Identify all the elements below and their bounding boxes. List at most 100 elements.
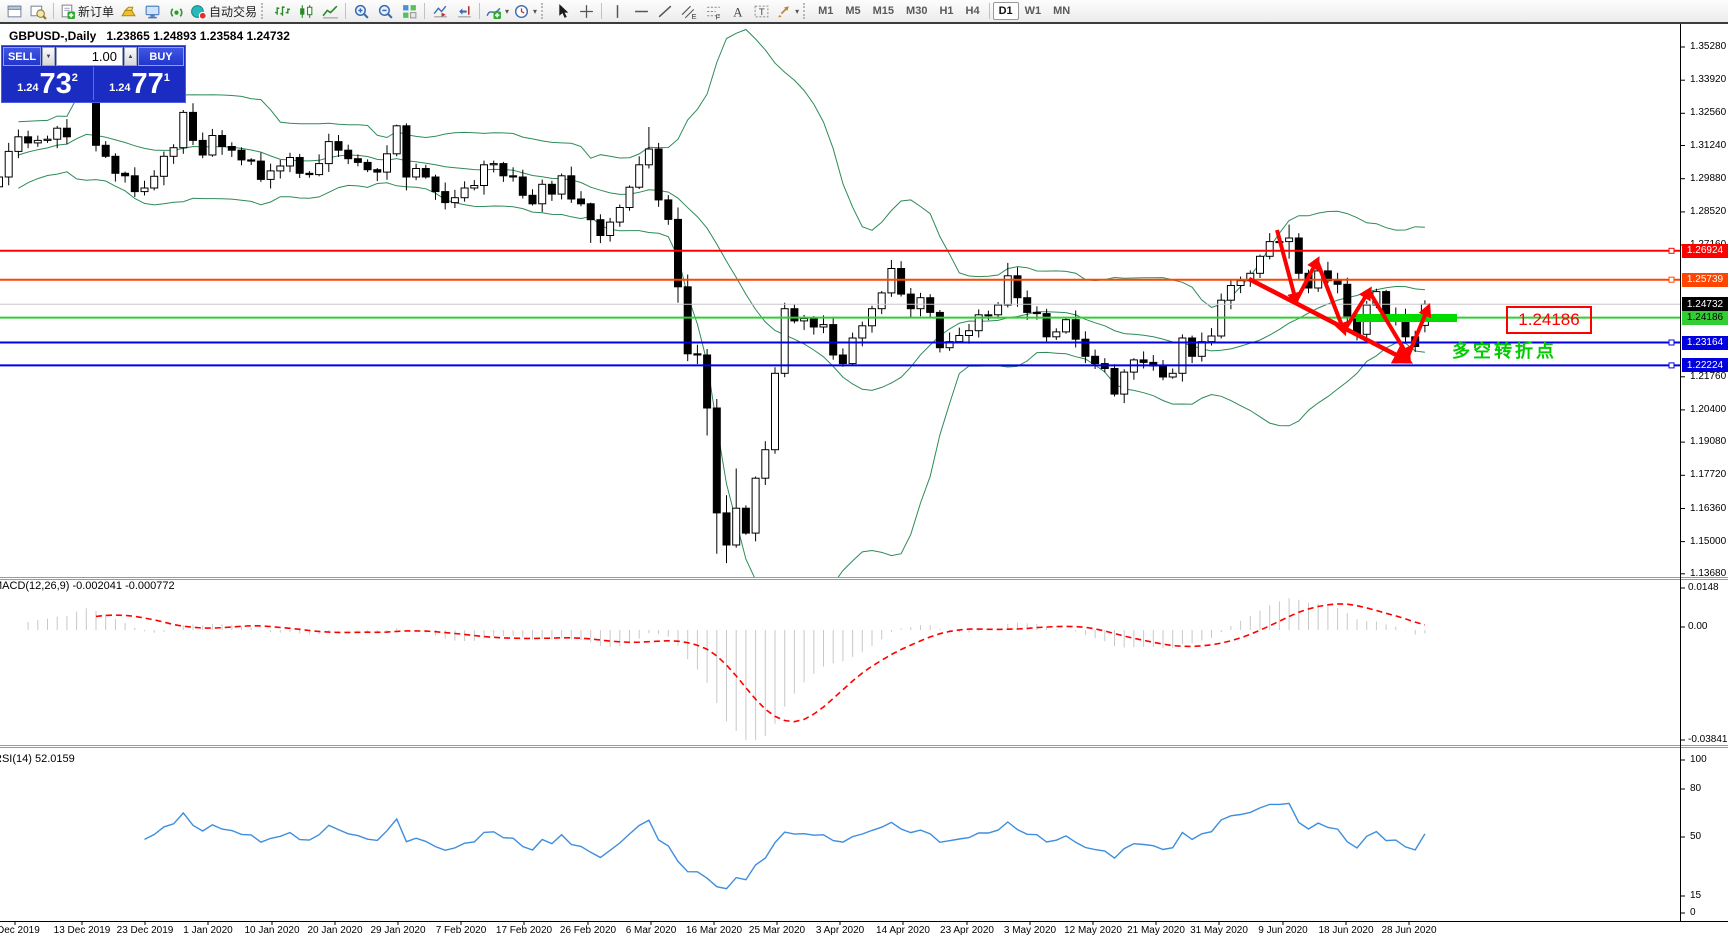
timeframe-m1[interactable]: M1 <box>812 2 839 20</box>
rsi-axis-tick: 50 <box>1690 831 1702 842</box>
zoom-in-button[interactable] <box>349 1 373 21</box>
tile-windows-button[interactable] <box>397 1 421 21</box>
line-chart-button[interactable] <box>318 1 342 21</box>
channel-tool-button[interactable]: E <box>677 1 701 21</box>
candlestick-chart-button[interactable] <box>294 1 318 21</box>
timeframe-m5[interactable]: M5 <box>839 2 866 20</box>
cursor-tool-button[interactable] <box>550 1 574 21</box>
svg-text:F: F <box>715 12 720 20</box>
chart-symbol-period: GBPUSD-,Daily <box>9 29 97 43</box>
main-price-pane[interactable] <box>0 28 1680 599</box>
remote-terminal-icon[interactable] <box>140 1 164 21</box>
price-axis-tick: 1.19080 <box>1690 436 1727 448</box>
timeframe-w1[interactable]: W1 <box>1019 2 1048 20</box>
price-line-label: 1.26924 <box>1682 243 1728 258</box>
autotrading-button[interactable]: 自动交易 <box>188 1 259 21</box>
toolbar-grip <box>803 3 808 19</box>
volume-input[interactable]: 1.00 <box>56 47 123 66</box>
chart-ohlc-values: 1.23865 1.24893 1.23584 1.24732 <box>106 29 290 43</box>
volume-increase-button[interactable]: ▲ <box>124 47 137 66</box>
macd-axis-tick: 0.00 <box>1688 621 1708 632</box>
top-toolbar: 新订单 自动交易 ▾ ▾ E F A T ▾ M1 M5 M15 M30 H1 H4 D1 W1 MN <box>0 0 1728 22</box>
fibonacci-tool-button[interactable]: F <box>701 1 725 21</box>
chart-title: GBPUSD-,Daily 1.23865 1.24893 1.23584 1.2… <box>9 29 290 43</box>
chart-profile-icon[interactable] <box>26 1 50 21</box>
new-order-button[interactable]: 新订单 <box>57 1 116 21</box>
sell-price-big: 73 <box>39 68 72 100</box>
rsi-axis-tick: 15 <box>1690 890 1702 901</box>
price-axis-tick: 1.33920 <box>1690 74 1727 86</box>
toolbar-separator <box>601 3 603 19</box>
price-line-label: 1.24732 <box>1682 297 1728 312</box>
price-axis-tick: 1.28520 <box>1690 205 1727 217</box>
gold-icon[interactable] <box>116 1 140 21</box>
trendline-tool-button[interactable] <box>653 1 677 21</box>
price-axis-tick: 1.32560 <box>1690 107 1727 119</box>
price-axis-tick: 1.16360 <box>1690 502 1727 514</box>
toolbar-separator <box>988 3 990 19</box>
toolbar-separator <box>53 3 54 19</box>
zoom-out-button[interactable] <box>373 1 397 21</box>
sell-price-prefix: 1.24 <box>17 82 39 94</box>
auto-scroll-button[interactable] <box>452 1 476 21</box>
volume-decrease-button[interactable]: ▼ <box>42 47 55 66</box>
rsi-axis-tick: 100 <box>1690 754 1707 765</box>
sell-quote[interactable]: 1.24 73 2 <box>2 67 93 100</box>
rsi-pane[interactable] <box>144 802 1426 890</box>
svg-text:T: T <box>758 7 764 18</box>
price-axis-tick: 1.13680 <box>1690 567 1727 579</box>
sell-price-sup: 2 <box>71 72 78 84</box>
macd-indicator-label: MACD(12,26,9) -0.002041 -0.000772 <box>0 580 175 592</box>
chevron-down-icon: ▾ <box>505 6 510 16</box>
price-chart[interactable] <box>0 0 1728 941</box>
macd-axis-tick: -0.038415 <box>1688 734 1728 745</box>
buy-price-sup: 1 <box>163 72 170 84</box>
toolbar-separator <box>424 3 426 19</box>
price-axis-tick: 1.21760 <box>1690 370 1727 382</box>
crosshair-tool-button[interactable] <box>574 1 598 21</box>
chevron-down-icon: ▾ <box>533 6 538 16</box>
turning-point-note[interactable]: 多空转折点 <box>1452 337 1557 363</box>
chart-window-top-border <box>0 22 1728 24</box>
chart-shift-button[interactable] <box>428 1 452 21</box>
hline-tool-button[interactable] <box>629 1 653 21</box>
price-line-label: 1.23164 <box>1682 335 1728 350</box>
price-line-label: 1.22224 <box>1682 358 1728 373</box>
chevron-down-icon: ▾ <box>795 6 800 16</box>
periods-button[interactable]: ▾ <box>511 1 539 21</box>
date-axis-label: Dec 2019 <box>0 925 40 936</box>
timeframe-m30[interactable]: M30 <box>900 2 933 20</box>
rsi-axis-tick: 80 <box>1690 783 1702 794</box>
text-tool-button[interactable]: A <box>725 1 749 21</box>
price-axis-tick: 1.15000 <box>1690 535 1727 547</box>
trade-panel-controls: SELL ▼ 1.00 ▲ BUY <box>2 46 185 67</box>
trade-panel-quotes: 1.24 73 2 1.24 77 1 <box>2 67 185 100</box>
svg-text:A: A <box>733 5 743 19</box>
price-tag-annotation[interactable]: 1.24186 <box>1506 306 1592 334</box>
toolbar-separator <box>479 3 481 19</box>
text-label-tool-button[interactable]: T <box>749 1 773 21</box>
timeframe-mn[interactable]: MN <box>1047 2 1076 20</box>
timeframe-h1[interactable]: H1 <box>933 2 959 20</box>
toolbar-separator <box>345 3 347 19</box>
price-line-label: 1.24186 <box>1682 310 1728 325</box>
buy-price-prefix: 1.24 <box>109 82 131 94</box>
toolbar-grip <box>541 3 546 19</box>
chart-window-icon[interactable] <box>2 1 26 21</box>
svg-text:E: E <box>691 11 696 19</box>
price-line-label: 1.25739 <box>1682 272 1728 287</box>
vline-tool-button[interactable] <box>605 1 629 21</box>
timeframe-h4[interactable]: H4 <box>960 2 986 20</box>
buy-button[interactable]: BUY <box>138 47 184 66</box>
indicators-button[interactable]: ▾ <box>483 1 511 21</box>
macd-pane[interactable] <box>27 598 1426 740</box>
timeframe-d1[interactable]: D1 <box>992 2 1019 20</box>
buy-quote[interactable]: 1.24 77 1 <box>93 67 185 100</box>
price-axis-tick: 1.17720 <box>1690 469 1727 481</box>
sell-button[interactable]: SELL <box>3 47 41 66</box>
signals-icon[interactable] <box>164 1 188 21</box>
bar-chart-button[interactable] <box>270 1 294 21</box>
timeframe-m15[interactable]: M15 <box>867 2 900 20</box>
macd-axis-tick: 0.0148 <box>1688 582 1719 593</box>
arrows-tool-button[interactable]: ▾ <box>773 1 801 21</box>
